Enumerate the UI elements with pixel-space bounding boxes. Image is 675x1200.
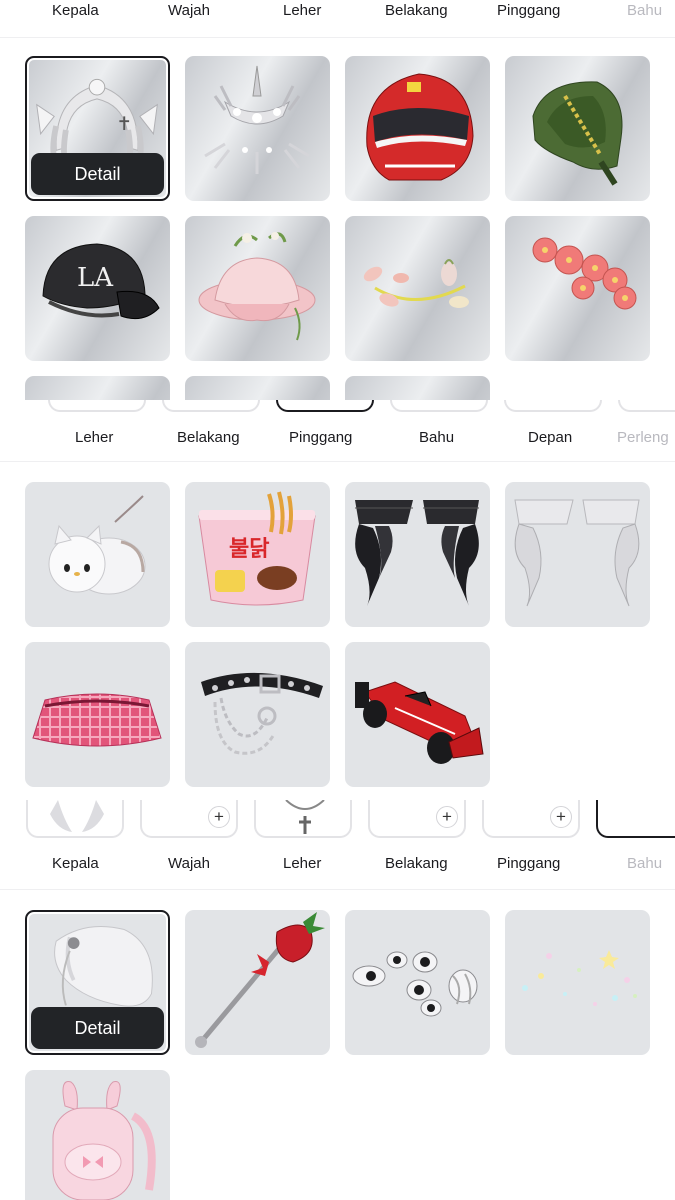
tab-pinggang[interactable]: Pinggang (289, 427, 352, 449)
tab-kepala[interactable]: Kepala (52, 853, 99, 875)
item-tile[interactable] (25, 482, 170, 627)
white-skirt-ruffles-icon (514, 499, 640, 607)
item-tile[interactable] (505, 216, 650, 361)
floating-eyes-icon (352, 951, 478, 1017)
item-tile[interactable] (345, 910, 490, 1055)
instant-noodle-cup-icon: 불닭 (198, 491, 316, 606)
accessory-panel-1: Kepala Wajah Leher Belakang Pinggang Bah… (0, 0, 675, 400)
equipped-slot-strip (0, 400, 675, 412)
equipped-slot-strip: + + + (0, 800, 675, 838)
item-tile[interactable] (345, 642, 490, 787)
strawberry-wand-icon (195, 912, 325, 1048)
item-tile[interactable] (25, 642, 170, 787)
add-slot-button[interactable]: + (208, 806, 230, 828)
add-slot-button[interactable]: + (436, 806, 458, 828)
category-tabs: Leher Belakang Pinggang Bahu Depan Perle… (0, 424, 675, 462)
pink-flower-hat-icon (198, 232, 316, 341)
item-tile[interactable] (505, 482, 650, 627)
tab-leher[interactable]: Leher (283, 0, 321, 22)
item-tile[interactable] (505, 56, 650, 201)
item-tile[interactable]: Detail (25, 56, 170, 201)
tab-leher[interactable]: Leher (75, 427, 113, 449)
add-slot-button[interactable]: + (550, 806, 572, 828)
item-tile[interactable] (345, 56, 490, 201)
tab-bahu[interactable]: Bahu (419, 427, 454, 449)
tab-belakang[interactable]: Belakang (385, 853, 448, 875)
item-tile[interactable] (185, 642, 330, 787)
tab-belakang[interactable]: Belakang (177, 427, 240, 449)
white-cat-plush-icon (48, 495, 146, 595)
detail-button[interactable]: Detail (31, 153, 164, 195)
equipped-slot[interactable] (48, 400, 146, 412)
equipped-slot[interactable] (162, 400, 260, 412)
chain-belt-icon (201, 672, 323, 755)
tab-pinggang[interactable]: Pinggang (497, 853, 560, 875)
pink-plaid-skirt-icon (32, 693, 162, 747)
equipped-slot[interactable] (26, 800, 124, 838)
accessory-panel-3: + + + Kepala Wajah Leher Belakang Pingga… (0, 800, 675, 1200)
item-tile[interactable] (345, 376, 490, 400)
tab-belakang[interactable]: Belakang (385, 0, 448, 22)
wings-icon (50, 800, 104, 832)
red-race-car-icon (355, 681, 484, 764)
equipped-slot[interactable] (596, 800, 675, 838)
item-tile[interactable] (345, 482, 490, 627)
tab-pinggang[interactable]: Pinggang (497, 0, 560, 22)
equipped-slot[interactable] (504, 400, 602, 412)
item-tile[interactable] (345, 216, 490, 361)
accessory-panel-2: Leher Belakang Pinggang Bahu Depan Perle… (0, 400, 675, 800)
tab-leher[interactable]: Leher (283, 853, 321, 875)
item-tile[interactable] (505, 910, 650, 1055)
item-tile[interactable]: Detail (25, 910, 170, 1055)
tab-wajah[interactable]: Wajah (168, 853, 210, 875)
item-tile[interactable] (185, 376, 330, 400)
flower-vine-crown-icon (363, 259, 469, 308)
green-hood-icon (532, 81, 623, 186)
equipped-slot[interactable] (390, 400, 488, 412)
tab-bahu[interactable]: Bahu (627, 853, 662, 875)
equipped-slot[interactable]: + (140, 800, 238, 838)
sparkle-stars-icon (522, 950, 637, 1006)
equipped-slot[interactable] (618, 400, 675, 412)
black-skirt-ruffles-icon (355, 500, 479, 606)
equipped-slot[interactable] (276, 400, 374, 412)
item-tile[interactable] (185, 56, 330, 201)
tab-bahu[interactable]: Bahu (627, 0, 662, 22)
svg-text:LA: LA (77, 263, 114, 293)
pink-bunny-backpack-icon (52, 1081, 156, 1200)
tab-kepala[interactable]: Kepala (52, 0, 99, 22)
item-tile[interactable]: LA (25, 216, 170, 361)
tab-depan[interactable]: Depan (528, 427, 572, 449)
equipped-slot[interactable]: + (368, 800, 466, 838)
equipped-slot[interactable] (254, 800, 352, 838)
racing-helmet-icon (366, 73, 474, 181)
equipped-slot[interactable]: + (482, 800, 580, 838)
tab-perlengkapan[interactable]: Perleng (617, 427, 669, 449)
category-tabs: Kepala Wajah Leher Belakang Pinggang Bah… (0, 0, 675, 38)
black-baseball-cap-icon: LA (42, 243, 160, 320)
item-tile[interactable] (185, 216, 330, 361)
silver-crown-icon (204, 65, 310, 174)
item-tile[interactable] (185, 910, 330, 1055)
cross-necklace-icon (285, 800, 325, 834)
item-tile[interactable] (25, 1070, 170, 1200)
pink-flower-headband-icon (532, 237, 637, 310)
item-tile[interactable] (25, 376, 170, 400)
tab-wajah[interactable]: Wajah (168, 0, 210, 22)
item-tile[interactable]: 불닭 (185, 482, 330, 627)
detail-button[interactable]: Detail (31, 1007, 164, 1049)
svg-text:불닭: 불닭 (229, 537, 269, 562)
category-tabs: Kepala Wajah Leher Belakang Pinggang Bah… (0, 850, 675, 890)
